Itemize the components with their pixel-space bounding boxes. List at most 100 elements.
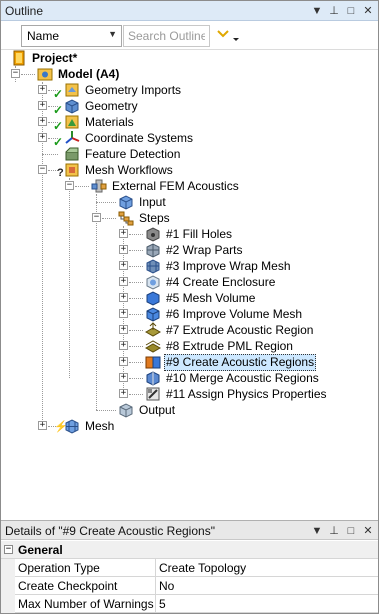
tree-item-geometry-imports[interactable]: Geometry Imports [64, 82, 183, 98]
expand-toggle[interactable]: + [119, 245, 128, 254]
tree-item-project[interactable]: Project* [11, 50, 79, 66]
tree-item-coordinate-systems[interactable]: Coordinate Systems [64, 130, 195, 146]
expand-toggle[interactable]: + [38, 85, 47, 94]
tree-item-step-5[interactable]: #5 Mesh Volume [145, 290, 257, 306]
tree-item-label: #2 Wrap Parts [166, 242, 243, 257]
tree-item-step-7[interactable]: #7 Extrude Acoustic Region [144, 322, 315, 338]
details-row-max-warnings[interactable]: Max Number of Warnings 5 [1, 595, 378, 613]
tree-item-feature-detection[interactable]: Feature Detection [64, 146, 182, 162]
tree-item-step-11[interactable]: #11 Assign Physics Properties [145, 386, 329, 402]
feature-detection-icon [64, 146, 80, 162]
details-table: − General Operation Type Create Topology… [1, 541, 378, 613]
tree-item-label: #10 Merge Acoustic Regions [166, 370, 319, 385]
tree-item-step-4[interactable]: #4 Create Enclosure [145, 274, 277, 290]
tree-item-label: Feature Detection [85, 146, 181, 161]
tree-item-step-9[interactable]: #9 Create Acoustic Regions [145, 353, 317, 371]
expand-toggle[interactable]: + [119, 261, 128, 270]
fem-acoustics-icon [91, 178, 107, 194]
expand-toggle[interactable]: + [38, 117, 47, 126]
tree-item-input[interactable]: Input [118, 194, 168, 210]
collapse-toggle[interactable]: − [38, 165, 47, 174]
property-value[interactable]: No [159, 579, 174, 593]
collapse-toggle[interactable]: − [11, 69, 20, 78]
property-key: Operation Type [18, 561, 100, 575]
tree-connector [129, 266, 143, 267]
tree-item-steps[interactable]: Steps [118, 210, 172, 226]
details-title: Details of "#9 Create Acoustic Regions" [5, 524, 215, 538]
tree-connector [42, 154, 58, 155]
collapse-toggle[interactable]: − [4, 545, 13, 554]
tree-item-label: #7 Extrude Acoustic Region [166, 322, 314, 337]
details-row-create-checkpoint[interactable]: Create Checkpoint No [1, 577, 378, 595]
expand-toggle[interactable]: + [119, 357, 128, 366]
tree-connector [96, 410, 116, 411]
tree-connector [129, 234, 143, 235]
tree-item-output[interactable]: Output [118, 402, 177, 418]
assign-physics-icon [145, 386, 161, 402]
tree-item-label: Geometry Imports [85, 82, 182, 97]
mesh-workflows-icon [64, 162, 80, 178]
chevron-filter-icon [217, 30, 239, 41]
maximize-icon[interactable]: □ [343, 3, 359, 19]
tree-item-model[interactable]: Model (A4) [37, 66, 121, 82]
tree-connector [96, 202, 116, 203]
tree-item-step-1[interactable]: #1 Fill Holes [145, 226, 234, 242]
expand-toggle[interactable]: + [119, 277, 128, 286]
tree-connector [102, 218, 116, 219]
expand-toggle[interactable]: + [119, 309, 128, 318]
expand-toggle[interactable]: + [119, 389, 128, 398]
tree-item-external-fem-acoustics[interactable]: External FEM Acoustics [91, 178, 241, 194]
tree-item-label: Model (A4) [58, 66, 120, 81]
section-title: General [18, 543, 63, 557]
dropdown-arrow-icon[interactable]: ▼ [309, 3, 325, 19]
tree-connector [21, 74, 35, 75]
tree-item-geometry[interactable]: Geometry [64, 98, 140, 114]
tree-item-step-2[interactable]: #2 Wrap Parts [145, 242, 244, 258]
column-divider [155, 559, 156, 577]
property-value[interactable]: Create Topology [159, 561, 246, 575]
property-value[interactable]: 5 [159, 597, 166, 611]
tree-item-label: Coordinate Systems [85, 130, 194, 145]
tree-item-mesh[interactable]: Mesh [64, 418, 116, 434]
dropdown-arrow-icon[interactable]: ▼ [309, 523, 325, 539]
tree-item-label: #11 Assign Physics Properties [166, 386, 327, 401]
tree-item-step-3[interactable]: #3 Improve Wrap Mesh [145, 258, 293, 274]
checkmark-icon: ✓ [53, 103, 64, 117]
collapse-toggle[interactable]: − [65, 181, 74, 190]
collapse-toggle[interactable]: − [92, 213, 101, 222]
expand-toggle[interactable]: + [38, 101, 47, 110]
search-input[interactable] [123, 25, 210, 47]
pin-icon[interactable]: ⊥ [326, 3, 342, 19]
expand-toggle[interactable]: + [38, 421, 47, 430]
create-acoustic-regions-icon [145, 354, 161, 370]
maximize-icon[interactable]: □ [343, 523, 359, 539]
expand-toggle[interactable]: + [119, 293, 128, 302]
geometry-icon [64, 98, 80, 114]
create-enclosure-icon [145, 274, 161, 290]
tree-item-label: Project* [32, 50, 78, 65]
expand-toggle[interactable]: + [119, 341, 128, 350]
tree-item-step-8[interactable]: #8 Extrude PML Region [144, 338, 295, 354]
checkmark-icon: ✓ [53, 119, 64, 133]
geometry-imports-icon [64, 82, 80, 98]
tree-item-mesh-workflows[interactable]: Mesh Workflows [64, 162, 175, 178]
filter-dropdown-button[interactable] [215, 27, 247, 45]
outline-window: { "outline": { "title": "Outline", "head… [0, 0, 379, 614]
expand-toggle[interactable]: + [119, 325, 128, 334]
tree-item-step-10[interactable]: #10 Merge Acoustic Regions [145, 370, 321, 386]
name-dropdown[interactable]: Name ▼ [21, 25, 122, 47]
tree-item-label: #1 Fill Holes [166, 226, 233, 241]
name-dropdown-value: Name [27, 29, 60, 43]
chevron-down-icon: ▼ [108, 29, 117, 39]
close-icon[interactable]: ✕ [360, 3, 376, 19]
expand-toggle[interactable]: + [38, 133, 47, 142]
close-icon[interactable]: ✕ [360, 523, 376, 539]
tree-item-materials[interactable]: Materials [64, 114, 136, 130]
expand-toggle[interactable]: + [119, 373, 128, 382]
tree-item-step-6[interactable]: #6 Improve Volume Mesh [145, 306, 304, 322]
tree-item-label: Geometry [85, 98, 138, 113]
pin-icon[interactable]: ⊥ [326, 523, 342, 539]
details-section-general[interactable]: − General [1, 541, 378, 559]
expand-toggle[interactable]: + [119, 229, 128, 238]
details-row-operation-type[interactable]: Operation Type Create Topology [1, 559, 378, 577]
